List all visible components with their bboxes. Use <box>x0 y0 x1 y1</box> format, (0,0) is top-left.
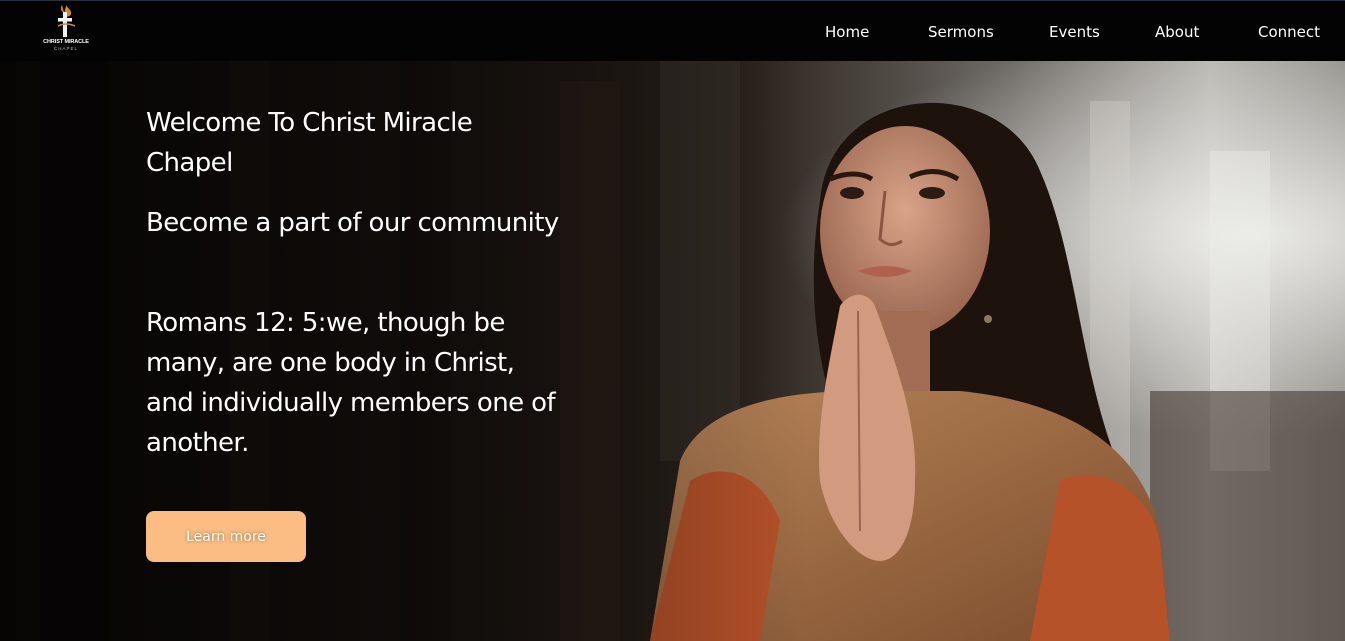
hero-title: Welcome To Christ Miracle Chapel <box>146 108 473 178</box>
page: CHRIST MIRACLE CHAPEL Home Sermons Event… <box>0 0 1345 641</box>
hero-subtitle: Become a part of our community <box>146 208 559 238</box>
nav-events[interactable]: Events <box>1049 23 1100 41</box>
nav-connect[interactable]: Connect <box>1258 23 1320 41</box>
nav-sermons[interactable]: Sermons <box>928 23 994 41</box>
cross-dove-icon <box>57 5 76 37</box>
logo-text-secondary: CHAPEL <box>53 46 78 51</box>
hero-section: Welcome To Christ Miracle Chapel Become … <box>0 61 1345 641</box>
logo-text-primary: CHRIST MIRACLE <box>43 39 89 45</box>
bible-verse: Romans 12: 5:we, though be many, are one… <box>146 308 556 458</box>
nav-home[interactable]: Home <box>825 23 869 41</box>
learn-more-button[interactable]: Learn more <box>146 511 306 562</box>
navbar: CHRIST MIRACLE CHAPEL Home Sermons Event… <box>0 0 1345 61</box>
nav-about[interactable]: About <box>1155 23 1199 41</box>
church-logo[interactable]: CHRIST MIRACLE CHAPEL <box>38 4 94 56</box>
